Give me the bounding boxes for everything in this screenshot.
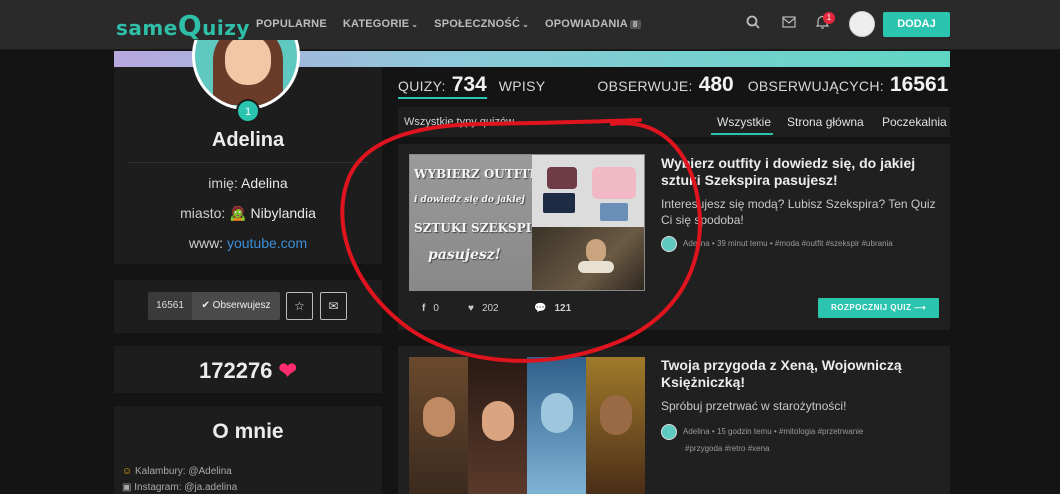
quiz-thumbnail[interactable]: WYBIERZ OUTFITY i dowiedz się do jakiej … — [409, 154, 645, 291]
chevron-down-icon: ⌄ — [522, 20, 530, 29]
chevron-down-icon: ⌄ — [411, 20, 419, 29]
following-label[interactable]: OBSERWUJE: — [597, 78, 692, 94]
about-line: ☺ Kalambury: @Adelina — [122, 466, 232, 477]
follow-button[interactable]: ✔ Obserwujesz — [192, 292, 280, 320]
quiz-title[interactable]: Twoja przygoda z Xeną, Wojowniczą Księżn… — [661, 357, 941, 391]
followers-count: 16561 — [148, 292, 192, 320]
website-link[interactable]: youtube.com — [227, 235, 307, 251]
profile-stats: QUIZY: 734 WPISY OBSERWUJE: 480 OBSERWUJ… — [398, 73, 948, 99]
search-icon[interactable] — [746, 15, 760, 33]
quiz-tags[interactable]: #przygoda #retro #xena — [685, 441, 970, 457]
nav-opowiadania[interactable]: OPOWIADANIA 8 — [545, 18, 641, 30]
star-button[interactable]: ☆ — [286, 292, 313, 320]
camera-icon: ▣ — [122, 482, 132, 493]
tab-poczekalnia[interactable]: Poczekalnia — [882, 115, 947, 129]
star-icon: ☆ — [294, 299, 305, 313]
add-button[interactable]: DODAJ — [883, 12, 950, 37]
followers-label[interactable]: OBSERWUJĄCYCH: — [748, 78, 884, 94]
quiz-description: Interesujesz się modą? Lubisz Szekspira?… — [661, 197, 936, 227]
mail-icon[interactable] — [782, 15, 796, 32]
author-name[interactable]: Adelina — [683, 427, 710, 436]
following-value[interactable]: 480 — [699, 73, 734, 97]
quizzes-label[interactable]: QUIZY: — [398, 78, 446, 94]
about-line: ▣ Instagram: @ja.adelina — [122, 482, 238, 493]
facebook-icon: f — [422, 303, 426, 314]
quiz-title[interactable]: Wybierz outfity i dowiedz się, do jakiej… — [661, 155, 941, 189]
quiz-tags[interactable]: #moda #outfit #szekspir #ubrania — [775, 239, 893, 248]
quiz-meta: Adelina • 39 minut temu • #moda #outfit … — [661, 236, 946, 252]
quiz-description: Spróbuj przetrwać w starożytności! — [661, 399, 847, 413]
followers-value[interactable]: 16561 — [890, 73, 948, 97]
nav-kategorie[interactable]: KATEGORIE ⌄ — [343, 18, 418, 30]
site-logo[interactable]: sameQuizy — [116, 9, 250, 42]
notification-badge: 1 — [823, 12, 835, 24]
user-avatar[interactable] — [849, 11, 875, 37]
share-count[interactable]: f0 — [422, 303, 439, 314]
author-avatar[interactable] — [661, 236, 677, 252]
points-total: 172276 ❤ — [199, 358, 297, 383]
info-imie: imię: Adelina — [208, 175, 288, 191]
profile-name: Adelina — [211, 129, 285, 151]
author-name[interactable]: Adelina — [683, 239, 710, 248]
thumb-text: SZTUKI SZEKSPIRA — [414, 221, 551, 235]
thumb-text: pasujesz! — [428, 247, 501, 263]
nav-spolecznosc[interactable]: SPOŁECZNOŚĆ ⌄ — [434, 18, 529, 30]
message-button[interactable]: ✉ — [320, 292, 347, 320]
author-avatar[interactable] — [661, 424, 677, 440]
mail-icon: ✉ — [328, 299, 339, 313]
about-title: O mnie — [212, 420, 284, 443]
tab-strona-glowna[interactable]: Strona główna — [787, 115, 864, 129]
quiz-meta: Adelina • 15 godzin temu • #mitologia #p… — [661, 424, 946, 440]
main-nav: POPULARNE KATEGORIE ⌄ SPOŁECZNOŚĆ ⌄ OPOWIA… — [256, 18, 657, 30]
thumb-text: WYBIERZ OUTFITY — [414, 167, 546, 181]
stories-count-badge: 8 — [629, 20, 641, 29]
active-stat-underline — [398, 97, 487, 99]
thumb-text: i dowiedz się do jakiej — [414, 195, 525, 205]
nav-popularne[interactable]: POPULARNE — [256, 18, 327, 30]
level-badge: 1 — [236, 99, 260, 123]
quizzes-value[interactable]: 734 — [452, 73, 487, 97]
heart-icon: ❤ — [278, 358, 297, 383]
tab-wszystkie[interactable]: Wszystkie — [717, 115, 771, 129]
info-www: www: youtube.com — [188, 235, 308, 251]
like-count[interactable]: ♥ 202 — [468, 303, 499, 314]
chevron-down-icon: ⌄ — [517, 116, 527, 128]
posts-label[interactable]: WPISY — [499, 78, 546, 94]
quiz-type-select[interactable]: Wszystkie typy quizów ⌄ — [404, 115, 526, 128]
divider — [128, 162, 368, 163]
quiz-tags[interactable]: #mitologia #przetrwanie — [779, 427, 864, 436]
info-miasto: miasto: 🧟 Nibylandia — [180, 205, 316, 221]
heart-icon: ♥ — [468, 303, 474, 314]
start-quiz-button[interactable]: ROZPOCZNIJ QUIZ ⟶ — [818, 298, 939, 318]
comment-count[interactable]: 💬 121 — [534, 303, 571, 314]
face-icon: ☺ — [122, 466, 133, 477]
comments-icon: 💬 — [534, 303, 547, 314]
quiz-thumbnail[interactable] — [409, 357, 645, 494]
active-tab-underline — [711, 133, 773, 135]
